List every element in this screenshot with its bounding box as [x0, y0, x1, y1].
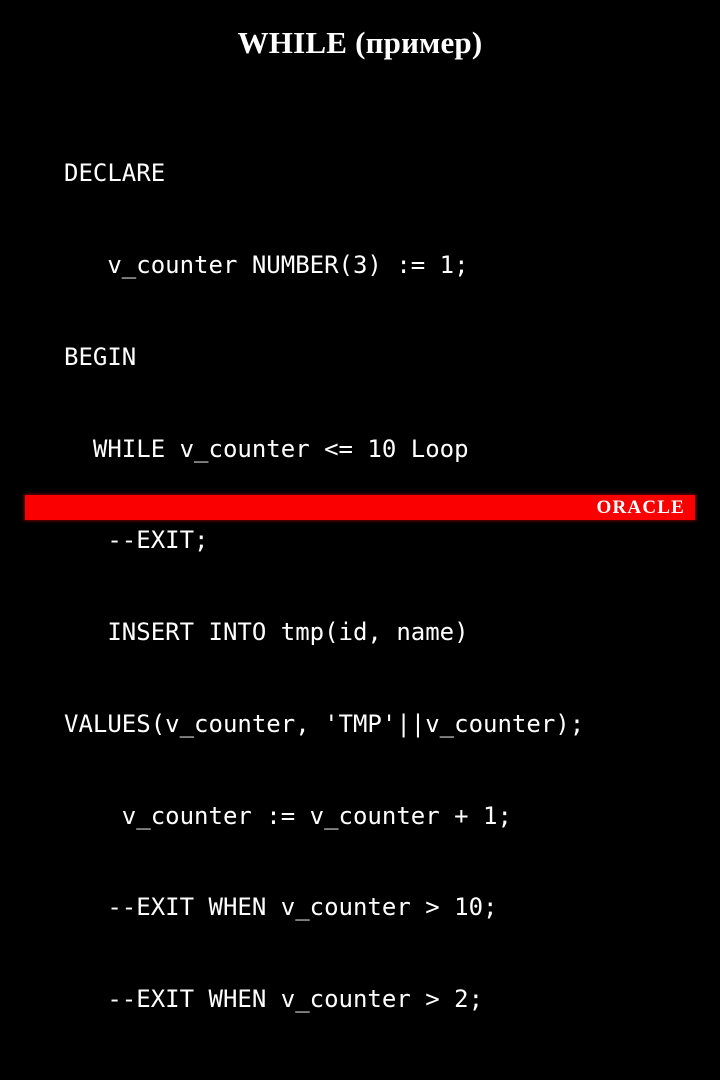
code-line: v_counter NUMBER(3) := 1; [64, 250, 469, 279]
code-line: BEGIN [64, 342, 137, 371]
footer-bar: ORACLE [25, 495, 695, 520]
code-line: --EXIT; [64, 526, 209, 555]
code-line: WHILE v_counter <= 10 Loop [64, 434, 469, 463]
code-block: DECLARE v_counter NUMBER(3) := 1; BEGIN … [64, 97, 704, 1080]
code-line: --EXIT WHEN v_counter > 2; [64, 985, 484, 1014]
code-line: INSERT INTO tmp(id, name) [64, 618, 469, 647]
code-line: v_counter := v_counter + 1; [64, 801, 512, 830]
code-line: VALUES(v_counter, 'TMP'||v_counter); [64, 709, 585, 738]
code-line: --EXIT WHEN v_counter > 10; [64, 893, 498, 922]
code-line: DECLARE [64, 159, 166, 188]
slide-canvas: WHILE (пример) DECLARE v_counter NUMBER(… [0, 0, 720, 1080]
page-title: WHILE (пример) [237, 25, 483, 60]
oracle-logo: ORACLE [596, 496, 685, 518]
code-line: END LOOP; [64, 1076, 704, 1080]
